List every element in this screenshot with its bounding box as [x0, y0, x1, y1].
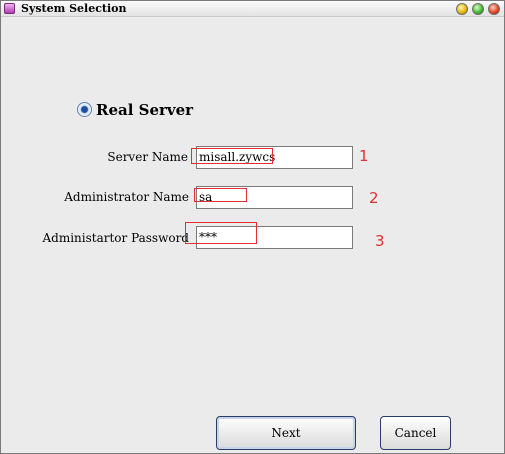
administrator-password-input[interactable]: ***: [196, 226, 353, 249]
cancel-button[interactable]: Cancel: [380, 416, 451, 450]
annotation-number-1: 1: [359, 147, 369, 165]
next-button[interactable]: Next: [216, 416, 356, 450]
minimize-button[interactable]: [456, 3, 468, 15]
administrator-password-label: Administartor Password: [42, 231, 189, 245]
system-selection-window: System Selection Real Server Server Name…: [0, 0, 505, 454]
app-icon: [4, 3, 15, 14]
administrator-name-label: Administrator Name: [64, 190, 189, 204]
real-server-label: Real Server: [96, 101, 194, 119]
window-title: System Selection: [21, 2, 127, 15]
maximize-button[interactable]: [472, 3, 484, 15]
server-name-label: Server Name: [107, 150, 188, 164]
radio-selected-icon[interactable]: [77, 102, 92, 117]
annotation-number-2: 2: [369, 189, 379, 207]
administrator-name-input[interactable]: sa: [196, 186, 353, 209]
server-name-input[interactable]: misall.zywcs: [196, 146, 353, 169]
close-button[interactable]: [488, 3, 500, 15]
title-bar[interactable]: System Selection: [1, 1, 504, 17]
annotation-number-3: 3: [375, 232, 385, 250]
